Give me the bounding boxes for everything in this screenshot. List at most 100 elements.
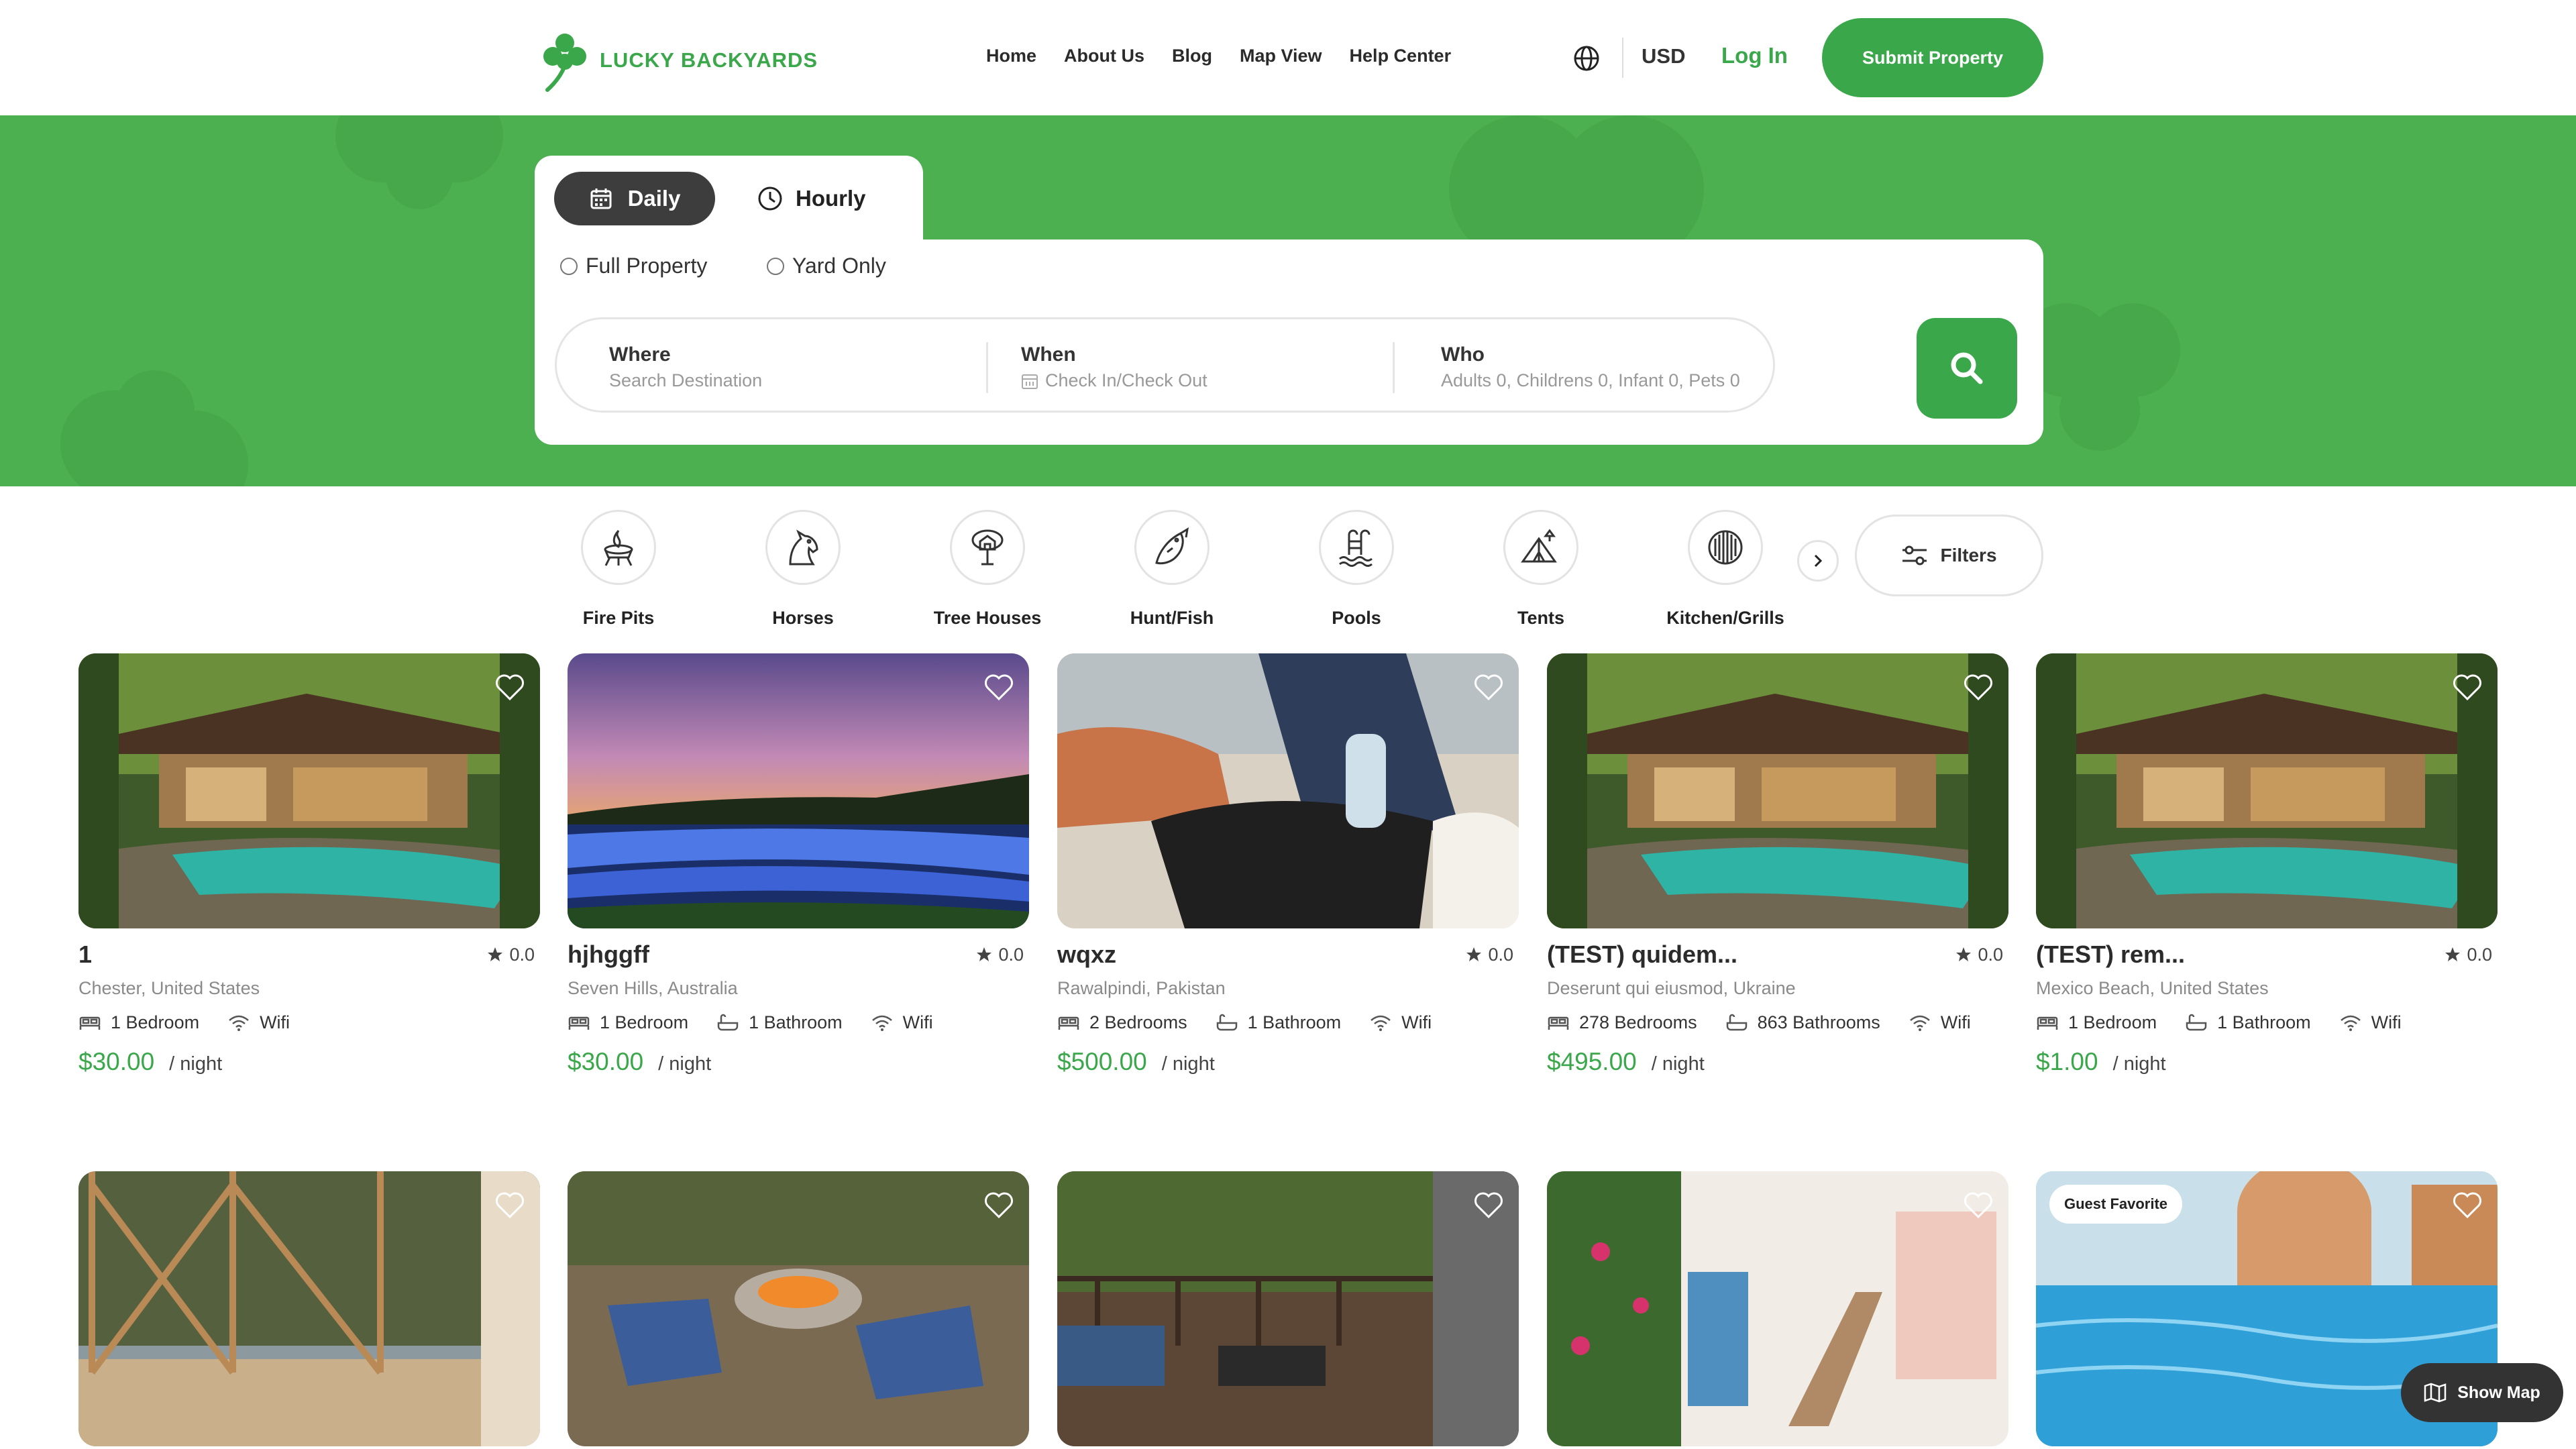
listing-card[interactable] — [1057, 1171, 1519, 1446]
listing-card[interactable] — [1547, 1171, 2008, 1446]
category-label: Kitchen/Grills — [1666, 608, 1784, 628]
category-icon-wrap[interactable] — [1688, 510, 1763, 585]
heart-icon[interactable] — [1963, 672, 1994, 703]
category-fire-pits[interactable]: Fire Pits — [538, 510, 699, 629]
tab-daily[interactable]: Daily — [554, 172, 715, 225]
listing-photo[interactable] — [2036, 653, 2498, 928]
category-icon-wrap[interactable] — [581, 510, 656, 585]
listing-photo[interactable] — [568, 653, 1029, 928]
listing-price-row: $495.00 / night — [1547, 1048, 2008, 1076]
bed-icon — [2037, 1016, 2058, 1030]
search-button[interactable] — [1917, 318, 2017, 419]
listing-photo[interactable] — [1057, 1171, 1519, 1446]
listing-photo[interactable] — [78, 1171, 540, 1446]
amenity-bedroom: 2 Bedrooms — [1057, 1012, 1187, 1033]
bathtub-icon — [717, 1014, 739, 1030]
globe-icon[interactable] — [1572, 44, 1601, 72]
who-field[interactable]: Who Adults 0, Childrens 0, Infant 0, Pet… — [1441, 343, 1740, 391]
listing-card[interactable]: (TEST) rem... 0.0 Mexico Beach, United S… — [2036, 653, 2498, 1076]
category-tents[interactable]: Tents — [1460, 510, 1621, 629]
listing-title[interactable]: (TEST) quidem... — [1547, 941, 1737, 969]
wooden-frame-photo — [78, 1171, 540, 1446]
listing-title[interactable]: wqxz — [1057, 941, 1116, 969]
category-kitchen-grills[interactable]: Kitchen/Grills — [1645, 510, 1806, 629]
listing-card[interactable]: wqxz 0.0 Rawalpindi, Pakistan 2 Bedrooms… — [1057, 653, 1519, 1076]
show-map-button[interactable]: Show Map — [2401, 1363, 2563, 1422]
listing-price: $500.00 — [1057, 1048, 1147, 1075]
radio-circle[interactable] — [560, 257, 578, 275]
listing-amenities: 1 Bedroom Wifi — [78, 1012, 540, 1033]
listing-card[interactable] — [568, 1171, 1029, 1446]
listing-card[interactable]: 1 0.0 Chester, United States 1 Bedroom W… — [78, 653, 540, 1076]
category-label: Horses — [772, 608, 834, 628]
category-icon-wrap[interactable] — [1503, 510, 1578, 585]
login-link[interactable]: Log In — [1721, 43, 1788, 68]
nav-home[interactable]: Home — [986, 46, 1036, 66]
categories-next-button[interactable] — [1797, 540, 1839, 582]
category-icon-wrap[interactable] — [1134, 510, 1210, 585]
nav-map-view[interactable]: Map View — [1240, 46, 1322, 66]
category-icon-wrap[interactable] — [1319, 510, 1394, 585]
category-hunt-fish[interactable]: Hunt/Fish — [1091, 510, 1252, 629]
heart-icon[interactable] — [1963, 1190, 1994, 1221]
category-pools[interactable]: Pools — [1276, 510, 1437, 629]
filters-button[interactable]: Filters — [1855, 515, 2043, 596]
radio-yard-only[interactable]: Yard Only — [767, 254, 886, 278]
listing-rating: 0.0 — [486, 945, 535, 965]
listing-photo[interactable] — [1547, 1171, 2008, 1446]
listing-card[interactable] — [78, 1171, 540, 1446]
nav-about-us[interactable]: About Us — [1064, 46, 1144, 66]
amenity-bedroom: 1 Bedroom — [568, 1012, 688, 1033]
heart-icon[interactable] — [2452, 1190, 2483, 1221]
main-nav: Home About Us Blog Map View Help Center — [986, 46, 1451, 66]
nav-help-center[interactable]: Help Center — [1350, 46, 1452, 66]
heart-icon[interactable] — [1473, 672, 1504, 703]
listing-photo[interactable] — [568, 1171, 1029, 1446]
when-label: When — [1021, 343, 1076, 366]
radio-circle[interactable] — [767, 257, 784, 275]
heart-icon[interactable] — [2452, 672, 2483, 703]
category-icon-wrap[interactable] — [950, 510, 1025, 585]
radio-full-property[interactable]: Full Property — [560, 254, 707, 278]
map-icon — [2424, 1383, 2447, 1403]
amenity-wifi: Wifi — [1909, 1012, 1971, 1033]
listing-photo[interactable] — [78, 653, 540, 928]
wifi-icon — [229, 1015, 249, 1031]
filters-label: Filters — [1940, 545, 1997, 566]
currency-selector[interactable]: USD — [1642, 44, 1685, 68]
tab-hourly[interactable]: Hourly — [757, 172, 866, 225]
submit-property-button[interactable]: Submit Property — [1822, 18, 2043, 97]
logo[interactable]: LUCKY BACKYARDS — [539, 28, 818, 93]
star-icon — [2445, 947, 2461, 961]
where-field[interactable]: Where Search Destination — [609, 343, 762, 391]
amenity-bathroom: 863 Bathrooms — [1725, 1012, 1880, 1033]
heart-icon[interactable] — [494, 1190, 525, 1221]
listing-card[interactable]: (TEST) quidem... 0.0 Deserunt qui eiusmo… — [1547, 653, 2008, 1076]
listing-price-unit: / night — [1651, 1053, 1705, 1075]
fire-pit-icon — [604, 529, 633, 566]
listing-title[interactable]: 1 — [78, 941, 92, 969]
nav-blog[interactable]: Blog — [1172, 46, 1212, 66]
heart-icon[interactable] — [983, 672, 1014, 703]
amenity-wifi: Wifi — [2339, 1012, 2402, 1033]
category-label: Tents — [1517, 608, 1564, 628]
when-field[interactable]: When Check In/Check Out — [1021, 343, 1208, 391]
listing-title[interactable]: hjhggff — [568, 941, 649, 969]
who-placeholder: Adults 0, Childrens 0, Infant 0, Pets 0 — [1441, 370, 1740, 390]
category-icon-wrap[interactable] — [765, 510, 841, 585]
listing-title[interactable]: (TEST) rem... — [2036, 941, 2185, 969]
listing-price-row: $1.00 / night — [2036, 1048, 2498, 1076]
listing-photo[interactable] — [1547, 653, 2008, 928]
listing-photo[interactable] — [1057, 653, 1519, 928]
category-tree-houses[interactable]: Tree Houses — [907, 510, 1068, 629]
logo-text: LUCKY BACKYARDS — [600, 48, 818, 72]
tab-hourly-label: Hourly — [796, 186, 866, 211]
heart-icon[interactable] — [983, 1190, 1014, 1221]
wifi-icon — [1909, 1015, 1930, 1031]
category-horses[interactable]: Horses — [722, 510, 883, 629]
star-icon — [1466, 947, 1482, 961]
listing-card[interactable]: hjhggff 0.0 Seven Hills, Australia 1 Bed… — [568, 653, 1029, 1076]
heart-icon[interactable] — [1473, 1190, 1504, 1221]
heart-icon[interactable] — [494, 672, 525, 703]
clover-decor-icon — [335, 115, 503, 209]
